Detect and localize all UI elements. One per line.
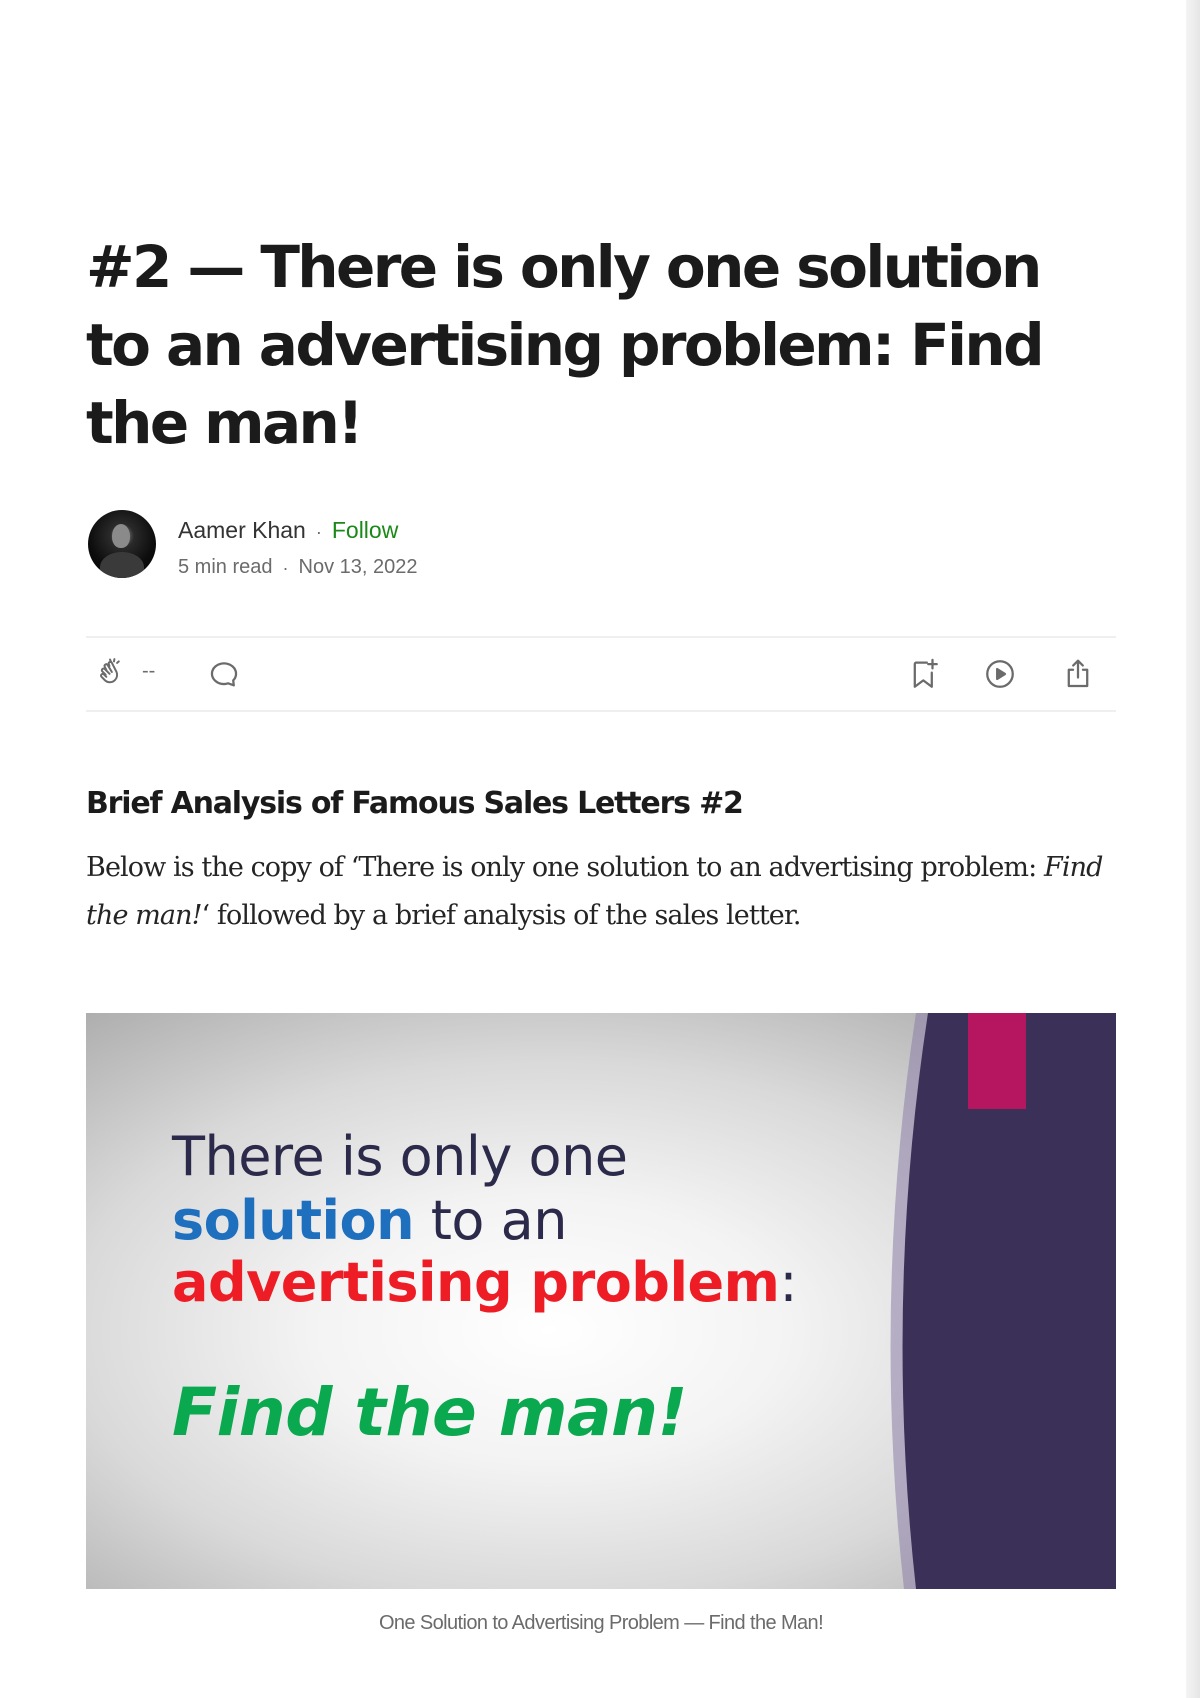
listen-button[interactable] [982, 656, 1018, 692]
article-image: There is only one solution to an adverti… [86, 1013, 1116, 1589]
share-button[interactable] [1060, 656, 1096, 692]
author-line: Aamer Khan · Follow [178, 516, 398, 546]
slide-line-4: Find the man! [172, 1374, 688, 1451]
avatar-face [112, 524, 130, 548]
separator-dot: · [282, 557, 289, 578]
slide-line-3-rest: : [779, 1251, 798, 1314]
image-caption: One Solution to Advertising Problem — Fi… [378, 1612, 824, 1634]
slide-advertising-problem: advertising problem [172, 1251, 780, 1314]
slide-line-1: There is only one [172, 1125, 628, 1188]
slide-ribbon [968, 1013, 1026, 1109]
clap-count: -- [142, 660, 156, 682]
comment-icon [210, 662, 238, 687]
author-avatar[interactable] [88, 510, 156, 578]
slide-line-2: solution to an [172, 1189, 567, 1253]
comment-button[interactable] [206, 656, 242, 692]
follow-button[interactable]: Follow [332, 517, 398, 543]
article-subheading: Brief Analysis of Famous Sales Letters #… [86, 786, 744, 821]
publish-date: Nov 13, 2022 [298, 556, 418, 578]
action-bar: -- [86, 636, 1116, 712]
slide-line-2-rest: to an [414, 1189, 568, 1252]
intro-text-start: Below is the copy of ‘There is only one … [86, 852, 1045, 883]
intro-paragraph: Below is the copy of ‘There is only one … [86, 844, 1116, 940]
share-icon [1067, 659, 1089, 688]
slide-solution-word: solution [172, 1189, 415, 1252]
intro-text-end: ‘ followed by a brief analysis of the sa… [201, 900, 802, 931]
clap-icon [100, 658, 120, 684]
article-meta: 5 min read · Nov 13, 2022 [178, 555, 417, 580]
read-time: 5 min read [178, 556, 273, 578]
page-right-edge [1186, 0, 1200, 1698]
clap-button[interactable] [94, 656, 130, 692]
author-name[interactable]: Aamer Khan [178, 517, 306, 543]
avatar-shoulders [100, 552, 144, 578]
byline: Aamer Khan · Follow 5 min read · Nov 13, 202… [86, 510, 786, 580]
bookmark-add-icon [913, 658, 938, 688]
slide-line-3: advertising problem: [172, 1251, 798, 1315]
save-button[interactable] [906, 656, 942, 692]
separator-dot: · [315, 521, 322, 542]
play-icon [986, 660, 1014, 688]
article-title: #2 — There is only one solution to an ad… [86, 233, 1045, 457]
